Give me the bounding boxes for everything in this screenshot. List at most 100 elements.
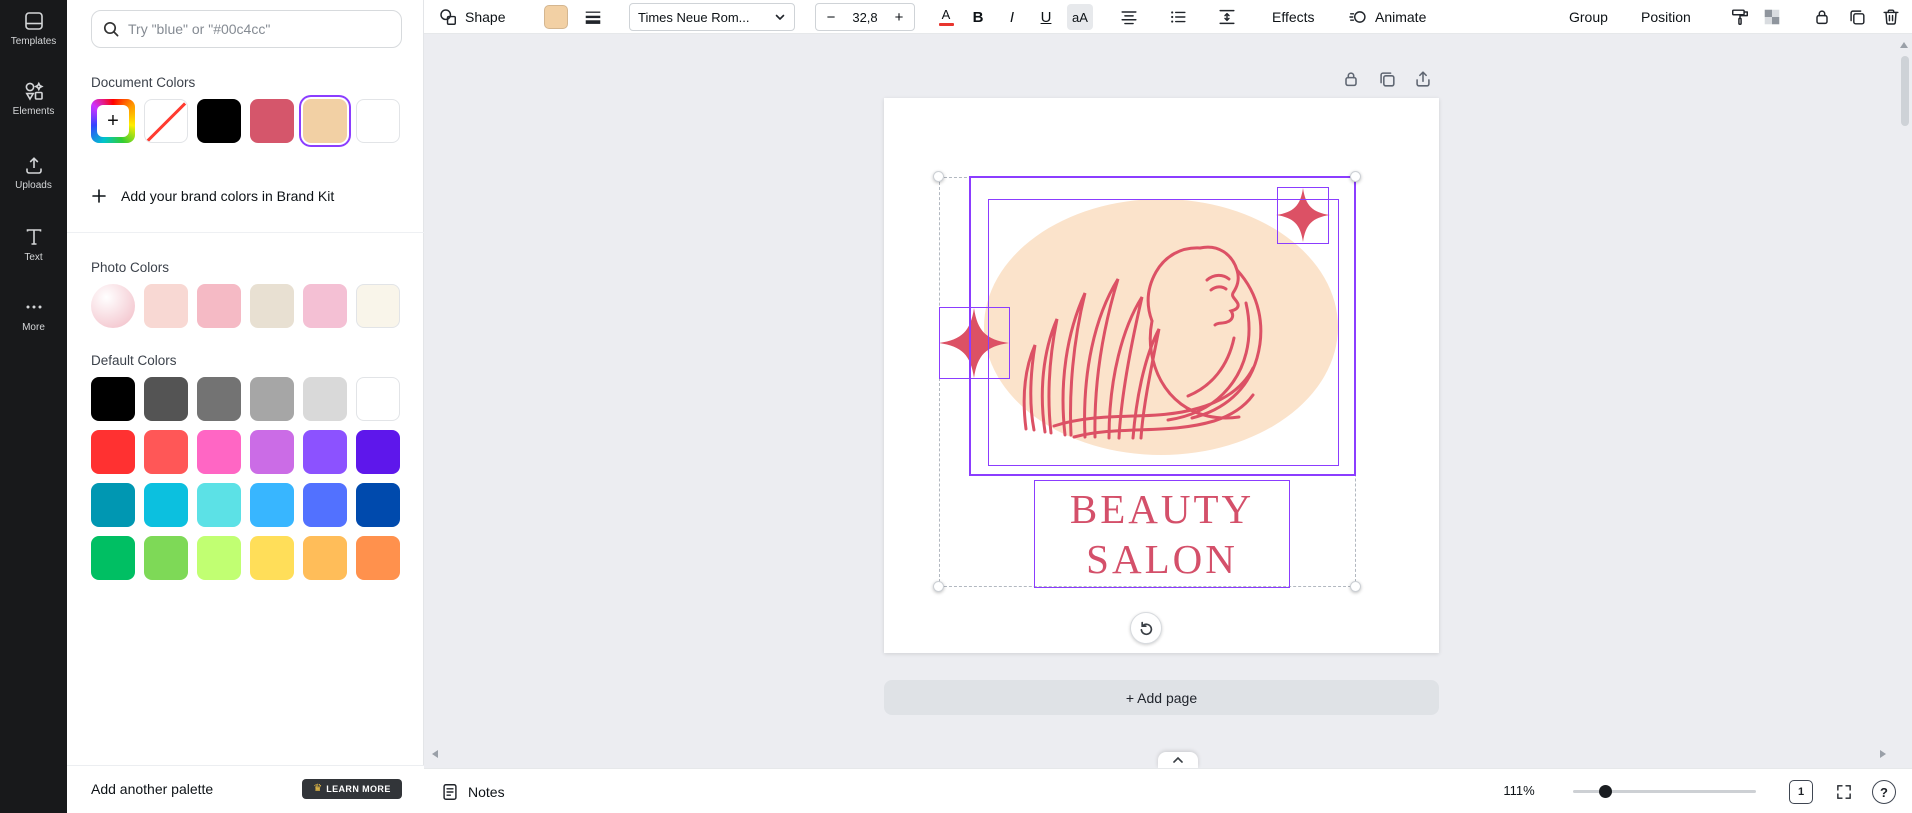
color-swatch[interactable] <box>303 483 347 527</box>
color-swatch[interactable] <box>303 377 347 421</box>
collapse-bottom-bar-button[interactable] <box>1158 752 1198 768</box>
color-swatch[interactable] <box>250 430 294 474</box>
animate-button[interactable]: Animate <box>1348 0 1426 34</box>
underline-button[interactable]: U <box>1033 4 1059 30</box>
duplicate-button[interactable] <box>1844 4 1870 30</box>
font-size-increase-button[interactable]: + <box>886 5 912 29</box>
font-size-decrease-button[interactable]: − <box>818 5 844 29</box>
color-swatch[interactable] <box>250 99 294 143</box>
color-swatch[interactable] <box>197 536 241 580</box>
notes-button[interactable]: Notes <box>440 769 505 813</box>
color-swatch[interactable] <box>197 483 241 527</box>
sidebar-item-text[interactable]: Text <box>0 226 67 263</box>
no-color-swatch[interactable] <box>144 99 188 143</box>
color-swatch[interactable] <box>197 284 241 328</box>
color-swatch[interactable] <box>303 284 347 328</box>
selection-handle-ne[interactable] <box>1350 171 1361 182</box>
alignment-button[interactable] <box>1116 4 1142 30</box>
uppercase-icon: aA <box>1072 10 1088 25</box>
color-swatch[interactable] <box>144 430 188 474</box>
add-page-button[interactable]: + Add page <box>884 680 1439 715</box>
color-swatch[interactable] <box>91 430 135 474</box>
add-palette-label[interactable]: Add another palette <box>91 781 213 797</box>
font-family-select[interactable]: Times Neue Rom... <box>629 3 795 31</box>
crown-icon: ♛ <box>313 784 322 794</box>
color-swatch[interactable] <box>303 430 347 474</box>
color-swatch[interactable] <box>250 377 294 421</box>
move-page-button[interactable] <box>1412 68 1434 90</box>
color-swatch[interactable] <box>91 483 135 527</box>
copy-style-button[interactable] <box>1727 4 1753 30</box>
selection-handle-sw[interactable] <box>933 581 944 592</box>
lock-button[interactable] <box>1809 4 1835 30</box>
transparency-button[interactable] <box>1759 4 1785 30</box>
scroll-right-arrow[interactable] <box>1880 750 1886 758</box>
panel-footer: Add another palette ♛ LEARN MORE <box>67 765 424 813</box>
color-swatch[interactable] <box>250 483 294 527</box>
sidebar-item-templates[interactable]: Templates <box>0 10 67 47</box>
color-swatch[interactable] <box>356 483 400 527</box>
color-swatch[interactable] <box>250 536 294 580</box>
scroll-left-arrow[interactable] <box>432 750 438 758</box>
color-swatch[interactable] <box>356 536 400 580</box>
delete-button[interactable] <box>1878 4 1904 30</box>
lock-page-button[interactable] <box>1340 68 1362 90</box>
bold-button[interactable]: B <box>965 4 991 30</box>
zoom-slider-thumb[interactable] <box>1599 785 1612 798</box>
sidebar-item-label: More <box>22 322 45 333</box>
color-swatch[interactable] <box>250 284 294 328</box>
rotate-handle[interactable] <box>1130 612 1162 644</box>
logo-text[interactable]: BEAUTY SALON <box>1034 484 1290 584</box>
add-brand-colors-button[interactable]: Add your brand colors in Brand Kit <box>91 182 402 210</box>
sidebar-item-label: Uploads <box>15 180 52 191</box>
effects-button[interactable]: Effects <box>1272 0 1315 34</box>
color-swatch[interactable] <box>91 536 135 580</box>
learn-more-badge[interactable]: ♛ LEARN MORE <box>302 779 402 799</box>
color-swatch[interactable] <box>197 430 241 474</box>
position-button[interactable]: Position <box>1641 0 1691 34</box>
color-swatch[interactable] <box>144 536 188 580</box>
zoom-slider[interactable] <box>1573 769 1756 813</box>
selection-handle-nw[interactable] <box>933 171 944 182</box>
color-swatch[interactable] <box>91 284 135 328</box>
color-swatch[interactable] <box>303 99 347 143</box>
italic-button[interactable]: I <box>999 4 1025 30</box>
sidebar-item-elements[interactable]: Elements <box>0 80 67 117</box>
canvas-page[interactable]: BEAUTY SALON <box>884 98 1439 653</box>
add-color-swatch[interactable]: + <box>91 99 135 143</box>
color-swatch[interactable] <box>303 536 347 580</box>
color-swatch[interactable] <box>356 284 400 328</box>
color-swatch[interactable] <box>356 377 400 421</box>
color-swatch[interactable] <box>356 99 400 143</box>
shape-button[interactable]: Shape <box>438 0 505 34</box>
color-swatch[interactable] <box>91 377 135 421</box>
search-input[interactable] <box>128 21 391 37</box>
help-button[interactable]: ? <box>1872 780 1896 804</box>
text-color-button[interactable]: A <box>933 4 959 30</box>
duplicate-page-button[interactable] <box>1376 68 1398 90</box>
page-indicator[interactable]: 1 <box>1789 780 1813 804</box>
fill-color-button[interactable] <box>544 5 568 29</box>
list-button[interactable] <box>1165 4 1191 30</box>
group-button[interactable]: Group <box>1569 0 1608 34</box>
color-swatch[interactable] <box>197 99 241 143</box>
font-size-value[interactable]: 32,8 <box>852 10 877 25</box>
color-swatch[interactable] <box>356 430 400 474</box>
templates-icon <box>23 10 45 32</box>
scroll-up-arrow[interactable] <box>1900 42 1908 48</box>
color-swatch[interactable] <box>144 483 188 527</box>
stroke-weight-button[interactable] <box>580 4 606 30</box>
spacing-button[interactable] <box>1214 4 1240 30</box>
uppercase-button[interactable]: aA <box>1067 4 1093 30</box>
selection-handle-se[interactable] <box>1350 581 1361 592</box>
sidebar-item-uploads[interactable]: Uploads <box>0 154 67 191</box>
color-swatch[interactable] <box>197 377 241 421</box>
color-search[interactable] <box>91 10 402 48</box>
shape-label: Shape <box>465 9 505 25</box>
fullscreen-button[interactable] <box>1832 780 1856 804</box>
vertical-scrollbar[interactable] <box>1901 56 1909 126</box>
color-swatch[interactable] <box>144 284 188 328</box>
sidebar-item-more[interactable]: More <box>0 296 67 333</box>
color-swatch[interactable] <box>144 377 188 421</box>
effects-label: Effects <box>1272 9 1315 25</box>
